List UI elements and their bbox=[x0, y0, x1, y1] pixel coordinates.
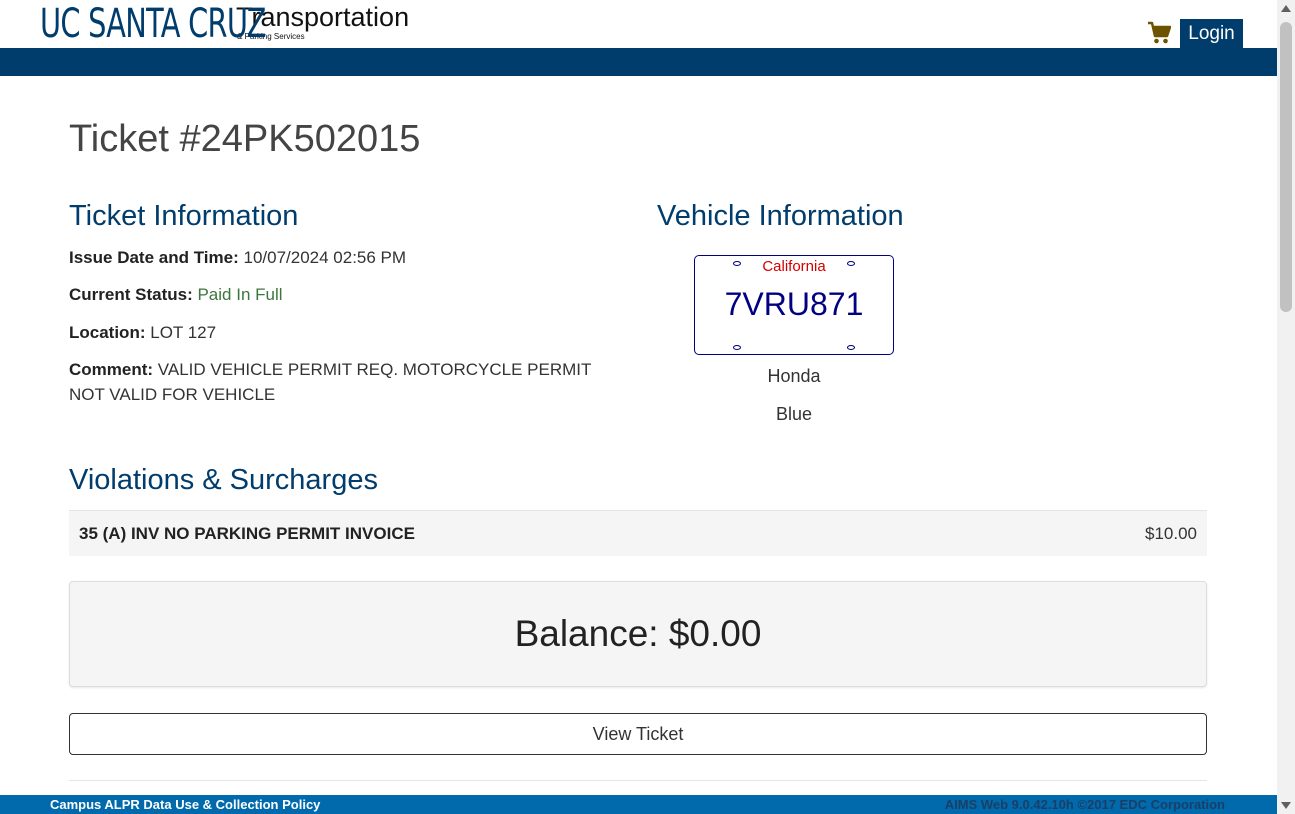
current-status-value: Paid In Full bbox=[197, 285, 283, 304]
vehicle-color: Blue bbox=[775, 404, 813, 424]
location-row: Location: LOT 127 bbox=[69, 320, 629, 345]
location-value: LOT 127 bbox=[150, 323, 217, 342]
balance-text: Balance: $0.00 bbox=[514, 613, 762, 654]
alpr-policy-link[interactable]: Campus ALPR Data Use & Collection Policy bbox=[50, 797, 320, 812]
issue-date-label: Issue Date and Time: bbox=[69, 248, 239, 267]
issue-date-row: Issue Date and Time: 10/07/2024 02:56 PM bbox=[69, 245, 629, 270]
vehicle-make: Honda bbox=[767, 366, 821, 386]
license-plate: California 7VRU871 bbox=[694, 255, 894, 355]
vehicle-information-heading: Vehicle Information bbox=[657, 200, 904, 232]
logo-ucsc-wordmark: UC SANTA CRUZ bbox=[40, 1, 266, 47]
plate-bolt-hole bbox=[847, 345, 855, 350]
violations-heading: Violations & Surcharges bbox=[69, 464, 378, 496]
plate-number: 7VRU871 bbox=[724, 286, 864, 322]
plate-bolt-hole bbox=[733, 345, 741, 350]
location-label: Location: bbox=[69, 323, 146, 342]
ticket-information-heading: Ticket Information bbox=[69, 200, 299, 232]
balance-panel: Balance: $0.00 bbox=[69, 581, 1207, 687]
site-header: UC SANTA CRUZ Transportation & Parking S… bbox=[0, 0, 1277, 48]
violation-row: 35 (A) INV NO PARKING PERMIT INVOICE $10… bbox=[69, 510, 1207, 556]
login-button[interactable]: Login bbox=[1180, 19, 1243, 48]
ucsc-logo[interactable]: UC SANTA CRUZ Transportation & Parking S… bbox=[40, 2, 409, 46]
view-ticket-button[interactable]: View Ticket bbox=[69, 713, 1207, 755]
current-status-row: Current Status: Paid In Full bbox=[69, 282, 629, 307]
plate-state: California bbox=[762, 258, 826, 275]
copyright-text: AIMS Web 9.0.42.10h ©2017 EDC Corporatio… bbox=[944, 797, 1225, 812]
comment-label: Comment: bbox=[69, 360, 154, 379]
comment-row: Comment: VALID VEHICLE PERMIT REQ. MOTOR… bbox=[69, 357, 619, 407]
violation-description: 35 (A) INV NO PARKING PERMIT INVOICE bbox=[79, 523, 415, 543]
site-footer: Campus ALPR Data Use & Collection Policy… bbox=[0, 795, 1277, 814]
issue-date-value: 10/07/2024 02:56 PM bbox=[243, 248, 407, 267]
scrollbar-thumb[interactable] bbox=[1280, 22, 1292, 312]
divider bbox=[69, 780, 1207, 781]
scroll-up-arrow-icon[interactable] bbox=[1281, 5, 1291, 12]
shopping-cart-icon[interactable] bbox=[1147, 20, 1172, 46]
scroll-down-arrow-icon[interactable] bbox=[1281, 802, 1291, 809]
vertical-scrollbar[interactable] bbox=[1277, 0, 1295, 814]
violation-amount: $10.00 bbox=[1145, 523, 1197, 543]
current-status-label: Current Status: bbox=[69, 285, 193, 304]
nav-bar bbox=[0, 48, 1277, 76]
page-title: Ticket #24PK502015 bbox=[69, 118, 421, 160]
